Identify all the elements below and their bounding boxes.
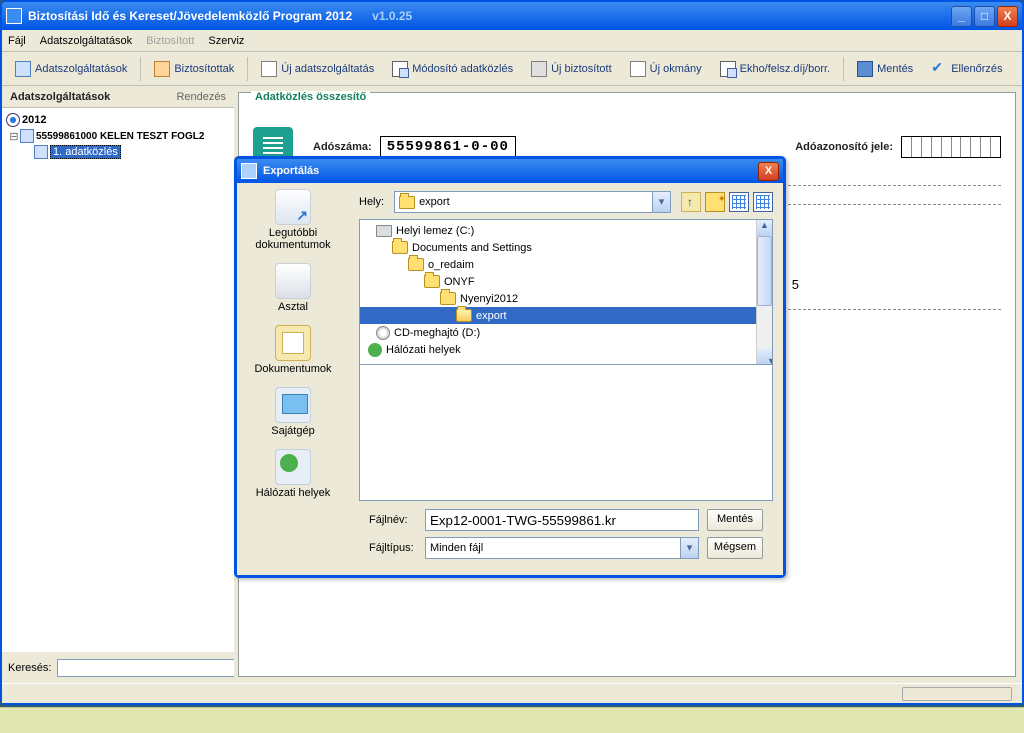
search-area: Keresés: — [2, 652, 234, 683]
folder-tree[interactable]: Helyi lemez (C:) Documents and Settings … — [359, 219, 773, 365]
status-progress — [902, 687, 1012, 701]
tb-new-service[interactable]: Új adatszolgáltatás — [254, 57, 381, 81]
dialog-title: Exportálás — [263, 165, 758, 177]
tb-new-doc[interactable]: Új okmány — [623, 57, 709, 81]
tree-selected[interactable]: 1. adatközlés — [50, 145, 121, 159]
cancel-button[interactable]: Mégsem — [707, 537, 763, 559]
folder-open-icon — [456, 309, 472, 322]
chevron-down-icon[interactable] — [680, 538, 698, 558]
tb-modify[interactable]: Módosító adatközlés — [385, 57, 520, 81]
check-icon — [931, 61, 947, 77]
place-docs[interactable]: Dokumentumok — [254, 325, 331, 375]
location-label: Hely: — [359, 196, 384, 208]
menu-insured: Biztosított — [146, 35, 194, 47]
id-label: Adóazonosító jele: — [795, 141, 893, 153]
toolbar: Adatszolgáltatások Biztosítottak Új adat… — [2, 52, 1022, 86]
filename-label: Fájlnév: — [369, 514, 417, 526]
desktop-icon — [275, 263, 311, 299]
folder-icon — [408, 258, 424, 271]
radio-icon — [6, 113, 20, 127]
titlebar: Biztosítási Idő és Kereset/Jövedelemközl… — [2, 2, 1022, 30]
minimize-button[interactable]: _ — [951, 6, 972, 27]
up-folder-icon[interactable] — [681, 192, 701, 212]
menu-services[interactable]: Adatszolgáltatások — [40, 35, 132, 47]
docs-icon — [275, 325, 311, 361]
menubar: Fájl Adatszolgáltatások Biztosított Szer… — [2, 30, 1022, 52]
menu-service[interactable]: Szerviz — [208, 35, 244, 47]
folder-icon — [440, 292, 456, 305]
view-details-icon[interactable] — [753, 192, 773, 212]
doc-icon — [20, 129, 34, 143]
ekho-icon — [720, 61, 736, 77]
tb-save[interactable]: Mentés — [850, 57, 920, 81]
window-title: Biztosítási Idő és Kereset/Jövedelemközl… — [28, 9, 951, 23]
dialog-icon — [241, 163, 257, 179]
places-bar: Legutóbbi dokumentumok Asztal Dokumentum… — [237, 183, 349, 575]
doc-icon — [34, 145, 48, 159]
tb-ekho[interactable]: Ekho/felsz.díj/borr. — [713, 57, 838, 81]
stray-text: 5 — [792, 277, 799, 292]
cd-icon — [376, 326, 390, 340]
file-list[interactable] — [359, 365, 773, 501]
taskbar — [0, 707, 1024, 733]
place-net[interactable]: Hálózati helyek — [256, 449, 331, 499]
new-file-icon — [630, 61, 646, 77]
place-pc[interactable]: Sajátgép — [271, 387, 314, 437]
folder-icon — [399, 196, 415, 209]
search-label: Keresés: — [8, 662, 51, 674]
close-button[interactable]: X — [997, 6, 1018, 27]
sort-button[interactable]: Rendezés — [176, 91, 226, 103]
pc-icon — [275, 387, 311, 423]
sidebar-tree[interactable]: 2012 ⊟55599861000 KELEN TESZT FOGL2 1. a… — [2, 108, 234, 652]
drive-icon — [376, 225, 392, 237]
scrollbar[interactable]: ▲ ▼ — [756, 220, 772, 364]
recent-icon — [275, 189, 311, 225]
tb-insured-list[interactable]: Biztosítottak — [147, 57, 241, 81]
filetype-combo[interactable]: Minden fájl — [425, 537, 699, 559]
dialog-titlebar: Exportálás X — [237, 159, 783, 183]
dialog-close-button[interactable]: X — [758, 162, 779, 181]
export-dialog: Exportálás X Legutóbbi dokumentumok Aszt… — [234, 156, 786, 578]
doc-icon — [15, 61, 31, 77]
place-desktop[interactable]: Asztal — [275, 263, 311, 313]
app-icon — [6, 8, 22, 24]
save-button[interactable]: Mentés — [707, 509, 763, 531]
maximize-button[interactable]: □ — [974, 6, 995, 27]
sidebar-head: Adatszolgáltatások Rendezés — [2, 86, 234, 108]
tb-new-insured[interactable]: Új biztosított — [524, 57, 619, 81]
view-list-icon[interactable] — [729, 192, 749, 212]
globe-icon — [275, 449, 311, 485]
tb-check[interactable]: Ellenőrzés — [924, 57, 1009, 81]
new-person-icon — [531, 61, 547, 77]
tax-value: 55599861-0-00 — [380, 136, 516, 158]
filetype-label: Fájltípus: — [369, 542, 417, 554]
new-doc-icon — [261, 61, 277, 77]
filename-input[interactable] — [425, 509, 699, 531]
sidebar: Adatszolgáltatások Rendezés 2012 ⊟555998… — [2, 86, 234, 683]
folder-icon — [424, 275, 440, 288]
tree-folder-selected[interactable]: export — [360, 307, 756, 324]
new-folder-icon[interactable] — [705, 192, 725, 212]
people-icon — [154, 61, 170, 77]
save-icon — [857, 61, 873, 77]
place-recent[interactable]: Legutóbbi dokumentumok — [239, 189, 347, 251]
chevron-down-icon[interactable] — [652, 192, 670, 212]
tb-services[interactable]: Adatszolgáltatások — [8, 57, 134, 81]
globe-icon — [368, 343, 382, 357]
file-browser: Hely: export Helyi lemez (C:) — [349, 183, 783, 575]
location-combo[interactable]: export — [394, 191, 671, 213]
search-input[interactable] — [57, 659, 236, 677]
tax-label: Adószáma: — [313, 141, 372, 153]
statusbar — [2, 683, 1022, 703]
modify-icon — [392, 61, 408, 77]
menu-file[interactable]: Fájl — [8, 35, 26, 47]
id-value[interactable] — [901, 136, 1001, 158]
folder-icon — [392, 241, 408, 254]
panel-legend: Adatközlés összesítő — [251, 91, 370, 103]
